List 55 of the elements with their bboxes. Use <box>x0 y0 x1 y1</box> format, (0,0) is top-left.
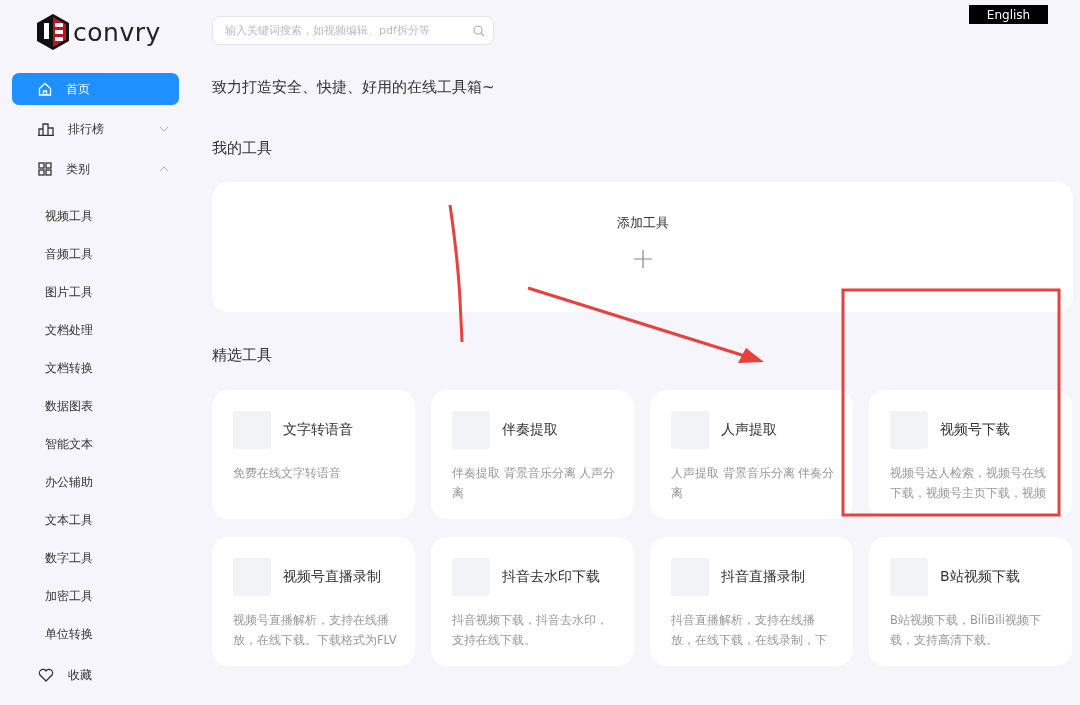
tool-description: B站视频下载，BiliBili视频下载，支持高清下载。 <box>890 612 1042 649</box>
tool-title[interactable]: 抖音直播录制 <box>721 568 805 586</box>
bar-chart-icon <box>38 122 54 136</box>
category-link[interactable]: 智能文本 <box>45 425 93 463</box>
tool-card[interactable]: B站视频下载 B站视频下载，BiliBili视频下载，支持高清下载。 <box>869 537 1072 666</box>
tool-description: 人声提取 背景音乐分离 伴奏分离 <box>671 465 835 502</box>
category-link[interactable]: 图片工具 <box>45 273 93 311</box>
logo-icon <box>37 14 69 50</box>
tool-description: 抖音视频下载，抖音去水印，支持在线下载。 <box>452 612 609 649</box>
tool-card[interactable]: 人声提取 人声提取 背景音乐分离 伴奏分离 <box>650 390 853 519</box>
add-tool-card[interactable]: 添加工具 <box>212 182 1073 312</box>
chevron-up-icon <box>159 166 169 172</box>
search-icon <box>473 25 485 37</box>
grid-icon <box>38 162 52 176</box>
search-field[interactable]: 输入关键词搜索，如视频编辑、pdf拆分等 <box>212 16 494 45</box>
home-icon <box>38 82 52 96</box>
tool-description: 伴奏提取 背景音乐分离 人声分离 <box>452 465 616 502</box>
tool-card[interactable]: 视频号下载 视频号达人检索，视频号在线下载，视频号主页下载，视频 <box>869 390 1072 519</box>
tool-title[interactable]: B站视频下载 <box>940 568 1020 586</box>
category-link[interactable]: 文档处理 <box>45 311 93 349</box>
language-button[interactable]: English <box>969 5 1048 24</box>
tool-title[interactable]: 抖音去水印下载 <box>502 568 600 586</box>
tool-description: 视频号直播解析，支持在线播放，在线下载。下载格式为FLV <box>233 612 397 649</box>
tool-title[interactable]: 视频号直播录制 <box>283 568 381 586</box>
heart-icon <box>38 668 54 682</box>
tool-card[interactable]: 视频号直播录制 视频号直播解析，支持在线播放，在线下载。下载格式为FLV <box>212 537 415 666</box>
sidebar-item[interactable]: 类别 <box>12 153 179 185</box>
logo-text: convry <box>73 17 161 47</box>
tool-title[interactable]: 视频号下载 <box>940 421 1010 439</box>
category-link[interactable]: 文本工具 <box>45 501 93 539</box>
tool-card[interactable]: 文字转语音 免费在线文字转语音 <box>212 390 415 519</box>
category-link[interactable]: 数据图表 <box>45 387 93 425</box>
chevron-down-icon <box>159 126 169 132</box>
tool-card[interactable]: 抖音直播录制 抖音直播解析，支持在线播放，在线下载，在线录制，下 <box>650 537 853 666</box>
section-title: 我的工具 <box>212 139 273 158</box>
tool-description: 视频号达人检索，视频号在线下载，视频号主页下载，视频 <box>890 465 1047 502</box>
sidebar-item[interactable]: 收藏 <box>12 659 179 691</box>
tool-description: 免费在线文字转语音 <box>233 465 342 482</box>
tagline: 致力打造安全、快捷、好用的在线工具箱~ <box>212 78 496 97</box>
tool-title[interactable]: 文字转语音 <box>283 421 353 439</box>
tool-description: 抖音直播解析，支持在线播放，在线下载，在线录制，下 <box>671 612 828 649</box>
category-link[interactable]: 单位转换 <box>45 615 93 653</box>
category-link[interactable]: 加密工具 <box>45 577 93 615</box>
sidebar-item[interactable]: 排行榜 <box>12 113 179 145</box>
category-link[interactable]: 办公辅助 <box>45 463 93 501</box>
category-link[interactable]: 视频工具 <box>45 197 93 235</box>
category-link[interactable]: 数字工具 <box>45 539 93 577</box>
section-title: 精选工具 <box>212 346 273 365</box>
category-link[interactable]: 音频工具 <box>45 235 93 273</box>
tool-card[interactable]: 伴奏提取 伴奏提取 背景音乐分离 人声分离 <box>431 390 634 519</box>
tool-title[interactable]: 人声提取 <box>721 421 777 439</box>
category-link[interactable]: 文档转换 <box>45 349 93 387</box>
plus-icon <box>633 250 652 268</box>
tool-card[interactable]: 抖音去水印下载 抖音视频下载，抖音去水印，支持在线下载。 <box>431 537 634 666</box>
tool-title[interactable]: 伴奏提取 <box>502 421 558 439</box>
